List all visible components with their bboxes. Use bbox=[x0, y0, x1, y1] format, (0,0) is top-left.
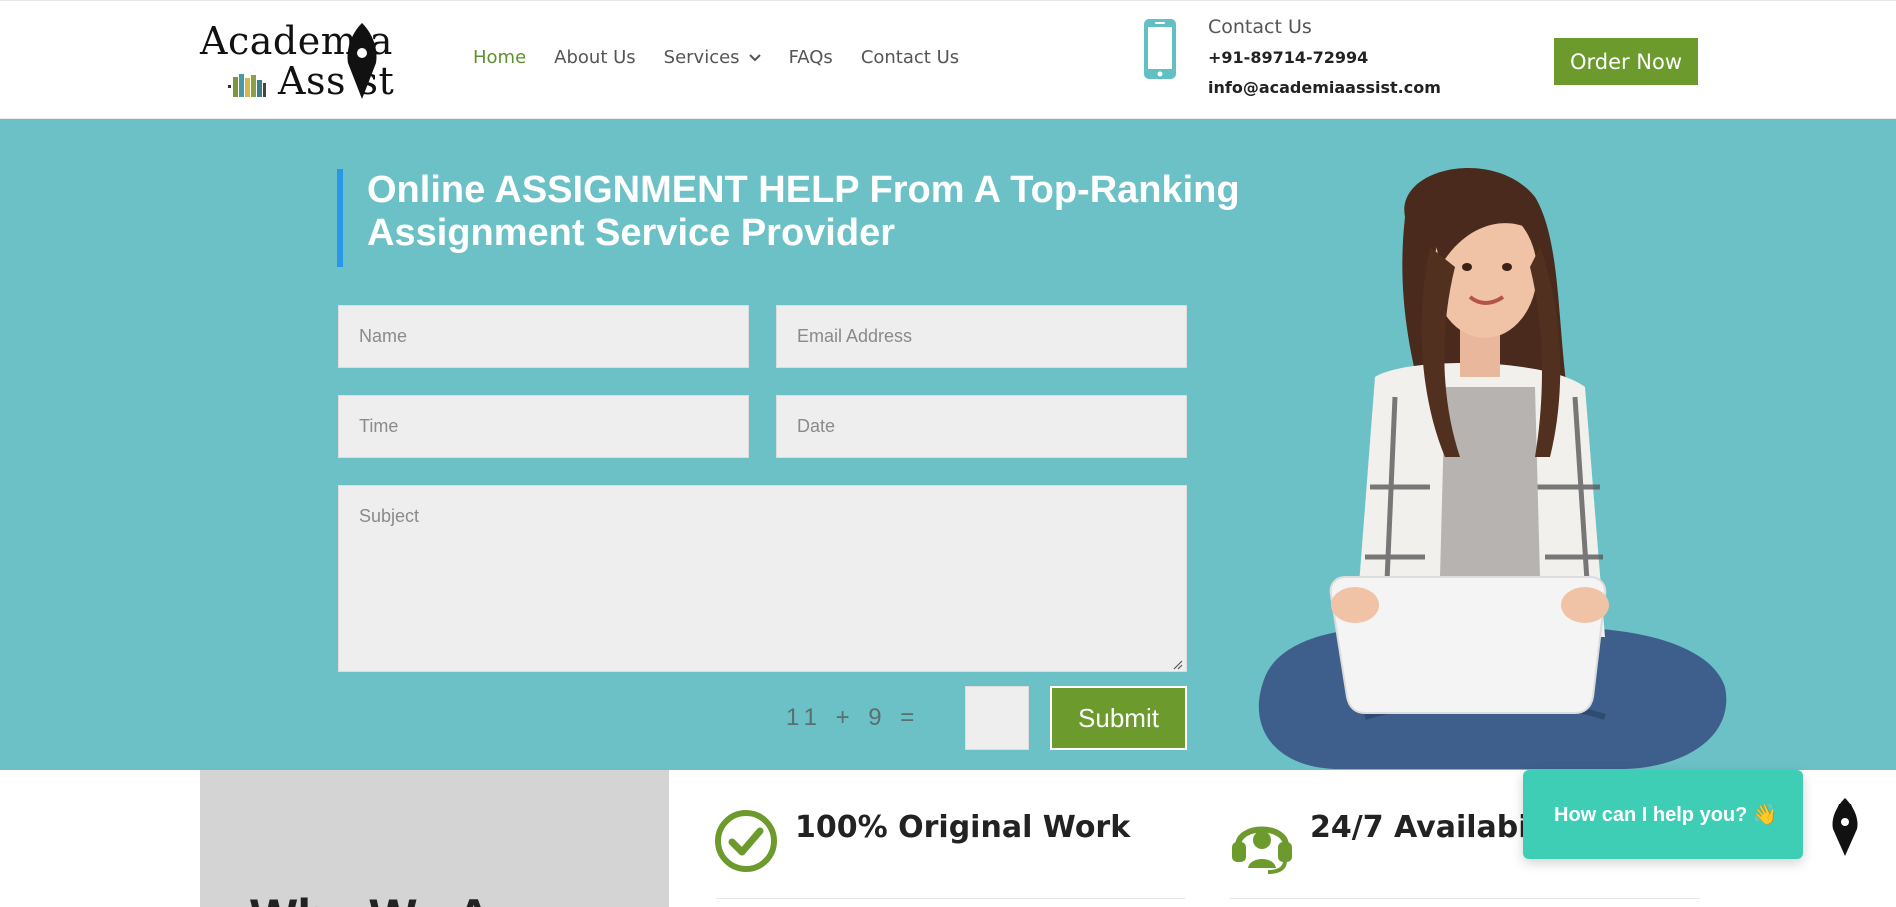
smartphone-icon bbox=[1144, 19, 1176, 79]
nav-label: FAQs bbox=[788, 47, 833, 68]
contact-email[interactable]: info@academiaassist.com bbox=[1208, 78, 1441, 97]
chat-prompt-text: How can I help you? 👋 bbox=[1554, 804, 1778, 826]
main-nav: Home About Us Services FAQs Contact Us bbox=[473, 47, 987, 68]
captcha-answer-input[interactable] bbox=[965, 686, 1029, 750]
chat-launcher-pen-icon[interactable] bbox=[1828, 796, 1862, 858]
date-input[interactable] bbox=[776, 395, 1187, 458]
contact-title: Contact Us bbox=[1208, 16, 1312, 38]
hero-section: Online ASSIGNMENT HELP From A Top-Rankin… bbox=[0, 119, 1896, 770]
headset-icon bbox=[1232, 826, 1292, 874]
submit-button[interactable]: Submit bbox=[1050, 686, 1187, 750]
nav-item-about[interactable]: About Us bbox=[554, 47, 636, 68]
chat-prompt-bubble[interactable]: How can I help you? 👋 bbox=[1523, 770, 1803, 859]
contact-phone[interactable]: +91-89714-72994 bbox=[1208, 48, 1368, 67]
email-input[interactable] bbox=[776, 305, 1187, 368]
nav-label: Services bbox=[663, 47, 740, 68]
check-circle-icon bbox=[715, 810, 777, 872]
page: Academ a Ass st Home About Us Services F… bbox=[0, 0, 1896, 907]
logo[interactable]: Academ a Ass st bbox=[200, 19, 412, 103]
time-input[interactable] bbox=[338, 395, 749, 458]
resize-grip-icon[interactable] bbox=[1173, 660, 1183, 670]
nav-item-home[interactable]: Home bbox=[473, 47, 526, 68]
order-now-button[interactable]: Order Now bbox=[1554, 38, 1698, 85]
hero-title-line2: Assignment Service Provider bbox=[367, 212, 895, 254]
pen-nib-icon bbox=[347, 23, 377, 99]
hero-title-block: Online ASSIGNMENT HELP From A Top-Rankin… bbox=[337, 169, 1240, 267]
nav-label: About Us bbox=[554, 47, 636, 68]
nav-item-contact[interactable]: Contact Us bbox=[861, 47, 959, 68]
books-icon bbox=[228, 74, 266, 97]
site-header: Academ a Ass st Home About Us Services F… bbox=[0, 0, 1896, 119]
nav-item-faqs[interactable]: FAQs bbox=[789, 47, 833, 68]
student-with-laptop-image bbox=[1258, 168, 1727, 769]
feature-divider bbox=[716, 898, 1185, 899]
hero-title-line1: Online ASSIGNMENT HELP From A Top-Rankin… bbox=[367, 169, 1240, 211]
subject-textarea[interactable] bbox=[338, 485, 1187, 672]
nav-label: Home bbox=[473, 47, 527, 68]
why-us-heading: Why We A bbox=[250, 888, 492, 907]
feature-divider bbox=[1230, 898, 1700, 899]
feature-title-original: 100% Original Work bbox=[795, 810, 1131, 845]
nav-label: Contact Us bbox=[860, 47, 960, 68]
chevron-down-icon bbox=[748, 53, 761, 61]
captcha-question: 11 + 9 = bbox=[786, 704, 921, 731]
nav-item-services[interactable]: Services bbox=[664, 47, 761, 68]
feature-title-availability: 24/7 Availabil bbox=[1310, 810, 1539, 845]
name-input[interactable] bbox=[338, 305, 749, 368]
why-us-panel: Why We A bbox=[200, 770, 669, 907]
